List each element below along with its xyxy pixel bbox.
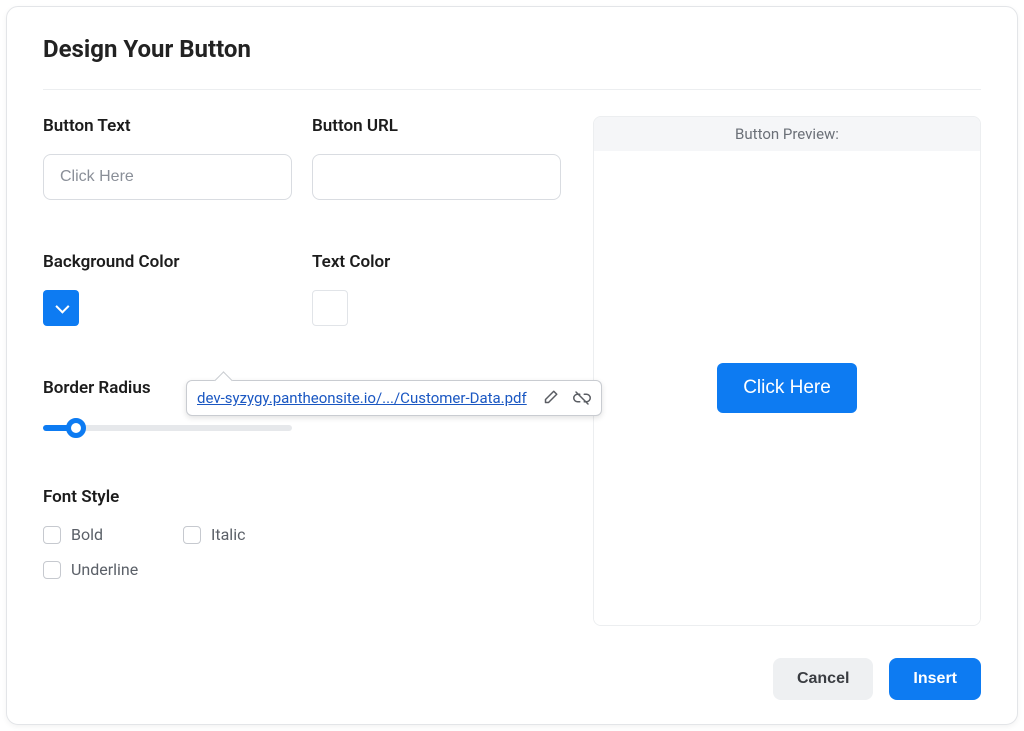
insert-button[interactable]: Insert — [889, 658, 981, 700]
preview-button[interactable]: Click Here — [717, 363, 857, 413]
background-color-field: Background Color — [43, 252, 292, 326]
cancel-button[interactable]: Cancel — [773, 658, 873, 700]
button-text-input[interactable] — [43, 154, 292, 200]
bold-label: Bold — [71, 525, 103, 544]
background-color-picker[interactable] — [43, 290, 79, 326]
url-hover-tooltip: dev-syzygy.pantheonsite.io/.../Customer-… — [186, 380, 602, 416]
checkbox-icon — [43, 561, 61, 579]
button-url-input[interactable] — [312, 154, 561, 200]
form-column: Button Text Button URL Background Color … — [43, 116, 561, 626]
modal-actions: Cancel Insert — [43, 626, 981, 700]
unlink-icon[interactable] — [573, 389, 591, 407]
button-url-label: Button URL — [312, 116, 561, 136]
bold-checkbox[interactable]: Bold — [43, 525, 103, 544]
border-radius-slider[interactable] — [43, 425, 292, 431]
button-text-label: Button Text — [43, 116, 292, 136]
preview-panel: Button Preview: Click Here — [593, 116, 981, 626]
underline-checkbox[interactable]: Underline — [43, 560, 138, 579]
checkbox-icon — [43, 526, 61, 544]
italic-checkbox[interactable]: Italic — [183, 525, 245, 544]
modal-title: Design Your Button — [43, 35, 981, 90]
text-color-picker[interactable] — [312, 290, 348, 326]
font-style-field: Font Style Bold Italic Underline — [43, 487, 561, 595]
font-style-label: Font Style — [43, 487, 561, 507]
tooltip-url-link[interactable]: dev-syzygy.pantheonsite.io/.../Customer-… — [197, 389, 527, 407]
preview-header: Button Preview: — [594, 117, 980, 151]
text-color-field: Text Color — [312, 252, 561, 326]
background-color-label: Background Color — [43, 252, 292, 272]
button-designer-modal: Design Your Button Button Text Button UR… — [6, 6, 1018, 725]
preview-body: Click Here — [594, 151, 980, 625]
italic-label: Italic — [211, 525, 245, 544]
text-color-label: Text Color — [312, 252, 561, 272]
button-text-field: Button Text — [43, 116, 292, 200]
chevron-down-icon — [55, 300, 69, 314]
edit-icon[interactable] — [541, 389, 559, 407]
modal-content: Button Text Button URL Background Color … — [43, 90, 981, 626]
checkbox-icon — [183, 526, 201, 544]
button-url-field: Button URL — [312, 116, 561, 200]
underline-label: Underline — [71, 560, 138, 579]
